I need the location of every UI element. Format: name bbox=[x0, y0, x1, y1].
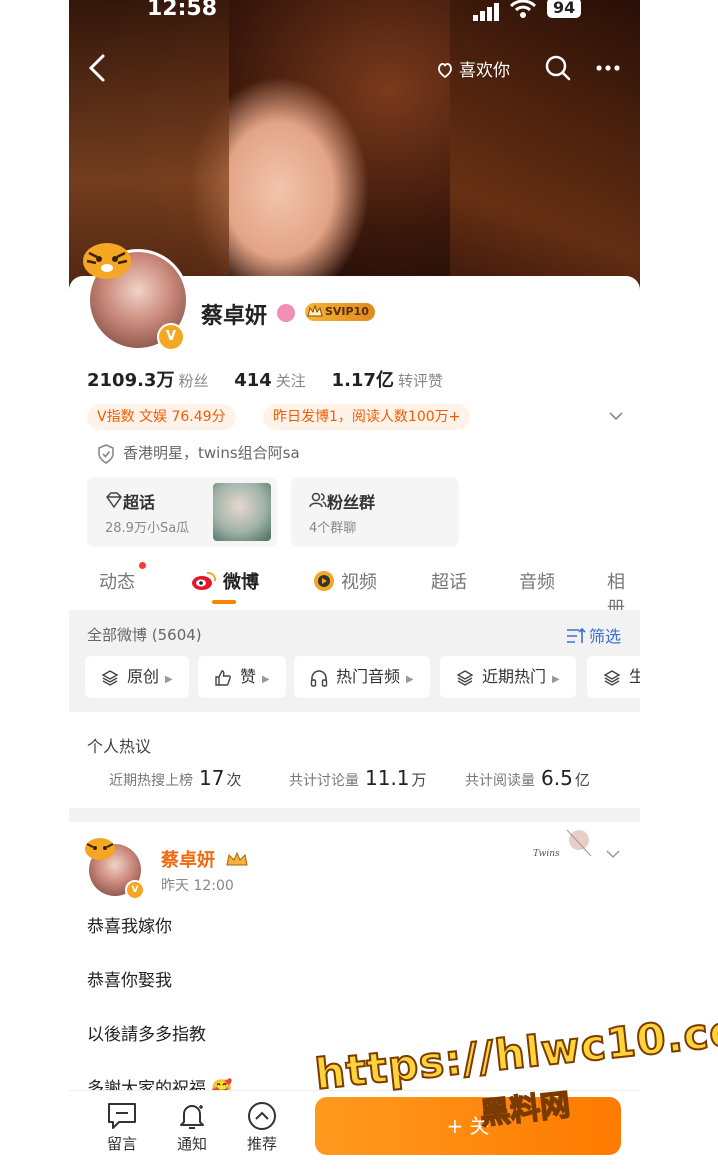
filter-label: 筛选 bbox=[589, 627, 622, 646]
supertopic-title: 超话 bbox=[123, 493, 156, 512]
top-nav: 喜欢你 bbox=[69, 50, 640, 86]
svip-label: SVIP10 bbox=[325, 305, 369, 318]
fan-group-title: 粉丝群 bbox=[327, 493, 376, 512]
chip-liked[interactable]: 赞 ▶ bbox=[198, 656, 286, 698]
post-timestamp: 昨天 12:00 bbox=[161, 878, 234, 894]
stat-interactions[interactable]: 1.17亿 转评赞 bbox=[332, 370, 463, 391]
chip-more[interactable]: 生 bbox=[587, 656, 640, 698]
filter-icon bbox=[567, 627, 586, 643]
profile-tabs: 动态 微博 视频 超话 音频 相册 bbox=[69, 560, 640, 619]
verified-badge-icon: V bbox=[125, 880, 145, 900]
tiger-avatar-frame-icon bbox=[83, 243, 131, 279]
chevron-up-circle-icon bbox=[248, 1102, 276, 1130]
profile-name: 蔡卓妍 bbox=[201, 304, 268, 329]
post-text-line: 恭喜我嫁你 bbox=[87, 917, 172, 937]
video-icon bbox=[314, 571, 334, 591]
post-decoration-icon: Twins bbox=[533, 829, 592, 859]
layers-icon bbox=[101, 669, 119, 686]
svip-badge[interactable]: SVIP10 bbox=[305, 303, 375, 321]
supertopic-thumbnail[interactable] bbox=[213, 483, 271, 541]
buzz-hot-search[interactable]: 近期热搜上榜 17 次 bbox=[109, 766, 241, 790]
verification-info: 香港明星，twins组合阿sa bbox=[97, 442, 300, 464]
section-divider bbox=[69, 808, 640, 822]
status-time: 12:58 bbox=[147, 0, 218, 21]
tab-weibo[interactable]: 微博 bbox=[191, 568, 259, 594]
diamond-icon bbox=[106, 492, 122, 509]
crown-icon bbox=[307, 304, 323, 317]
tiger-avatar-frame-icon bbox=[85, 838, 115, 860]
member-badge-icon[interactable] bbox=[277, 304, 295, 322]
fan-group-card[interactable]: 粉丝群 4个群聊 bbox=[291, 477, 459, 547]
recommend-button[interactable]: 推荐 bbox=[237, 1101, 287, 1154]
activity-tag[interactable]: 昨日发博1，阅读人数100万+ bbox=[263, 404, 471, 430]
watermark-text: 黑料网 bbox=[478, 1087, 573, 1133]
comment-button[interactable]: 留言 bbox=[97, 1101, 147, 1154]
verification-text: 香港明星，twins组合阿sa bbox=[123, 444, 300, 462]
like-you-button[interactable]: 喜欢你 bbox=[435, 56, 510, 81]
status-bar: 12:58 94 bbox=[69, 0, 640, 24]
profile-screen: 12:58 94 喜欢你 V 蔡卓妍 SVIP10 2109.3万 粉丝 414… bbox=[69, 0, 640, 1172]
notify-button[interactable]: 通知 bbox=[167, 1101, 217, 1154]
post-avatar[interactable]: V bbox=[85, 836, 147, 900]
hand-heart-icon bbox=[438, 62, 452, 79]
chip-original[interactable]: 原创 ▶ bbox=[85, 656, 189, 698]
profile-avatar[interactable]: V bbox=[83, 243, 189, 351]
buzz-reads[interactable]: 共计阅读量 6.5 亿 bbox=[465, 766, 590, 790]
weibo-icon bbox=[192, 571, 217, 590]
tab-weibo-label: 微博 bbox=[223, 572, 259, 593]
verified-badge-icon: V bbox=[157, 323, 185, 351]
active-tab-indicator bbox=[212, 600, 236, 604]
post-text-line: 恭喜你娶我 bbox=[87, 971, 172, 991]
layers-icon bbox=[456, 669, 474, 686]
vindex-tag[interactable]: V指数 文娱 76.49分 bbox=[87, 404, 236, 430]
stat-fans[interactable]: 2109.3万 粉丝 bbox=[87, 370, 228, 391]
signal-icon bbox=[473, 2, 501, 21]
all-posts-count: 全部微博 (5604) bbox=[87, 626, 202, 644]
stat-following[interactable]: 414 关注 bbox=[234, 370, 326, 391]
back-icon[interactable] bbox=[81, 50, 117, 86]
group-icon bbox=[309, 492, 327, 508]
bell-icon bbox=[180, 1105, 204, 1129]
chevron-down-icon[interactable] bbox=[607, 407, 625, 425]
tab-video[interactable]: 视频 bbox=[313, 568, 377, 594]
chip-recent-hot[interactable]: 近期热门 ▶ bbox=[440, 656, 576, 698]
profile-stats: 2109.3万 粉丝 414 关注 1.17亿 转评赞 bbox=[87, 366, 463, 392]
post-author[interactable]: 蔡卓妍 bbox=[161, 846, 249, 872]
layers-icon bbox=[603, 669, 621, 686]
tab-video-label: 视频 bbox=[341, 572, 377, 593]
supertopic-subtitle: 28.9万小Sa瓜 bbox=[105, 521, 190, 536]
like-you-label: 喜欢你 bbox=[459, 61, 510, 81]
buzz-discussions[interactable]: 共计讨论量 11.1 万 bbox=[289, 766, 427, 790]
chip-hot-audio[interactable]: 热门音频 ▶ bbox=[294, 656, 430, 698]
tab-audio[interactable]: 音频 bbox=[519, 568, 555, 594]
tab-dynamic[interactable]: 动态 bbox=[99, 568, 135, 594]
shield-icon bbox=[98, 443, 114, 464]
new-activity-dot bbox=[139, 562, 146, 569]
search-icon[interactable] bbox=[544, 54, 572, 82]
wifi-icon bbox=[509, 0, 537, 25]
svg-text:Twins: Twins bbox=[533, 849, 560, 859]
personal-buzz-title: 个人热议 bbox=[87, 737, 152, 756]
fan-group-subtitle: 4个群聊 bbox=[309, 521, 357, 536]
tab-supertopic[interactable]: 超话 bbox=[431, 568, 467, 594]
headphones-icon bbox=[310, 669, 328, 687]
chevron-down-icon[interactable] bbox=[605, 846, 621, 862]
more-icon[interactable] bbox=[593, 54, 623, 82]
battery-indicator: 94 bbox=[547, 0, 582, 18]
thumbs-up-icon bbox=[215, 669, 231, 686]
message-icon bbox=[108, 1103, 136, 1129]
crown-icon bbox=[226, 851, 248, 866]
filter-button[interactable]: 筛选 bbox=[566, 623, 621, 647]
post-text-line: 以後請多多指教 bbox=[87, 1025, 206, 1045]
